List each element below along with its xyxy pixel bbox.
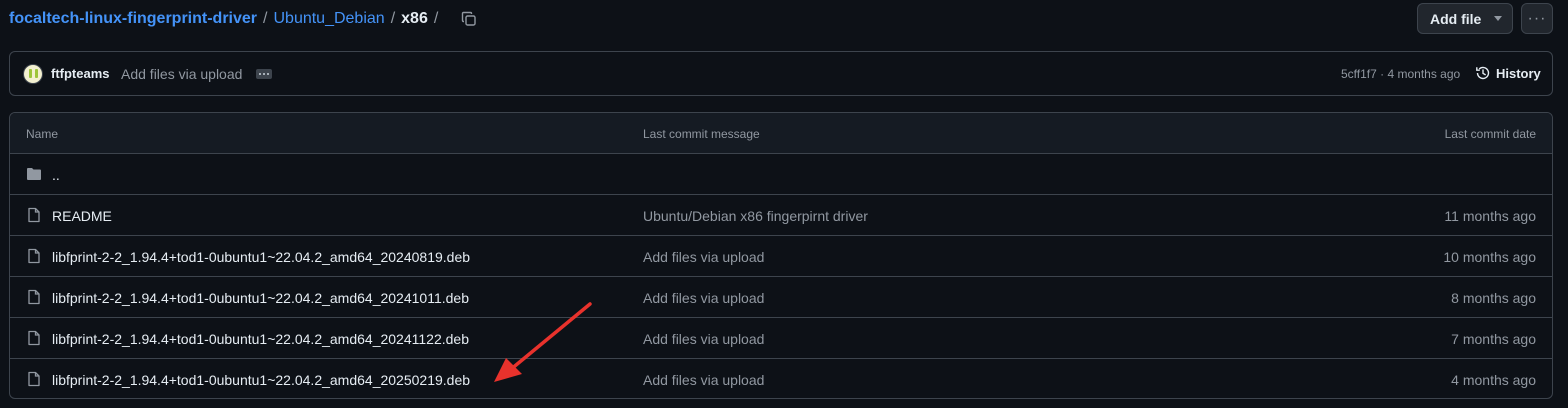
file-table: Name Last commit message Last commit dat… <box>9 112 1553 399</box>
commit-sha-time[interactable]: 5cff1f7 · 4 months ago <box>1341 67 1460 81</box>
history-button[interactable]: History <box>1475 65 1541 81</box>
file-commit-message[interactable]: Add files via upload <box>643 331 764 347</box>
copy-icon <box>462 11 476 26</box>
copy-path-button[interactable] <box>458 8 480 30</box>
table-row[interactable]: README Ubuntu/Debian x86 fingerpirnt dri… <box>10 195 1552 236</box>
breadcrumb-separator: / <box>390 10 396 27</box>
table-row[interactable]: libfprint-2-2_1.94.4+tod1-0ubuntu1~22.04… <box>10 318 1552 359</box>
file-name-link[interactable]: README <box>52 208 112 224</box>
table-row[interactable]: libfprint-2-2_1.94.4+tod1-0ubuntu1~22.04… <box>10 236 1552 277</box>
file-commit-message[interactable]: Add files via upload <box>643 372 764 388</box>
file-icon <box>28 330 40 346</box>
column-header-date: Last commit date <box>1444 127 1536 141</box>
column-header-message: Last commit message <box>643 127 760 141</box>
file-name-link[interactable]: libfprint-2-2_1.94.4+tod1-0ubuntu1~22.04… <box>52 331 469 347</box>
file-commit-message[interactable]: Add files via upload <box>643 290 764 306</box>
file-commit-date: 10 months ago <box>1443 249 1536 265</box>
breadcrumb-separator: / <box>263 10 268 27</box>
file-commit-date: 4 months ago <box>1451 372 1536 388</box>
file-name-link[interactable]: libfprint-2-2_1.94.4+tod1-0ubuntu1~22.04… <box>52 290 469 306</box>
file-icon <box>28 289 40 305</box>
latest-commit-bar: ftfpteams Add files via upload 5cff1f7 ·… <box>9 51 1553 96</box>
commit-message-link[interactable]: Add files via upload <box>121 66 242 82</box>
repo-header: focaltech-linux-fingerprint-driver / Ubu… <box>0 0 1568 38</box>
add-file-button[interactable]: Add file <box>1417 3 1513 34</box>
chevron-down-icon <box>1494 16 1502 21</box>
file-name-link[interactable]: libfprint-2-2_1.94.4+tod1-0ubuntu1~22.04… <box>52 249 470 265</box>
column-header-name: Name <box>26 127 59 141</box>
file-commit-message[interactable]: Ubuntu/Debian x86 fingerpirnt driver <box>643 208 868 224</box>
history-icon <box>1476 66 1490 80</box>
breadcrumb-folder-link[interactable]: Ubuntu_Debian <box>273 9 384 29</box>
folder-icon <box>27 168 41 180</box>
file-icon <box>28 371 40 387</box>
more-options-button[interactable]: ··· <box>1521 3 1553 34</box>
breadcrumb-repo-link[interactable]: focaltech-linux-fingerprint-driver <box>9 9 257 29</box>
parent-directory-link[interactable]: .. <box>52 167 60 183</box>
table-row[interactable]: libfprint-2-2_1.94.4+tod1-0ubuntu1~22.04… <box>10 359 1552 398</box>
file-commit-message[interactable]: Add files via upload <box>643 249 764 265</box>
history-label: History <box>1496 65 1541 81</box>
file-commit-date: 7 months ago <box>1451 331 1536 347</box>
file-commit-date: 11 months ago <box>1444 208 1536 224</box>
file-icon <box>28 248 40 264</box>
commit-ellipsis-icon[interactable] <box>256 69 272 79</box>
parent-directory-row[interactable]: .. <box>10 154 1552 195</box>
table-header: Name Last commit message Last commit dat… <box>10 113 1552 154</box>
commit-author-link[interactable]: ftfpteams <box>51 66 110 81</box>
file-name-link[interactable]: libfprint-2-2_1.94.4+tod1-0ubuntu1~22.04… <box>52 372 470 388</box>
file-icon <box>28 207 40 223</box>
add-file-label: Add file <box>1430 10 1482 27</box>
breadcrumb-current: x86 <box>401 10 428 27</box>
table-row[interactable]: libfprint-2-2_1.94.4+tod1-0ubuntu1~22.04… <box>10 277 1552 318</box>
avatar[interactable] <box>23 64 43 84</box>
breadcrumb-separator: / <box>433 10 439 27</box>
breadcrumb: focaltech-linux-fingerprint-driver / Ubu… <box>9 8 480 30</box>
kebab-icon: ··· <box>1527 9 1547 27</box>
file-commit-date: 8 months ago <box>1451 290 1536 306</box>
